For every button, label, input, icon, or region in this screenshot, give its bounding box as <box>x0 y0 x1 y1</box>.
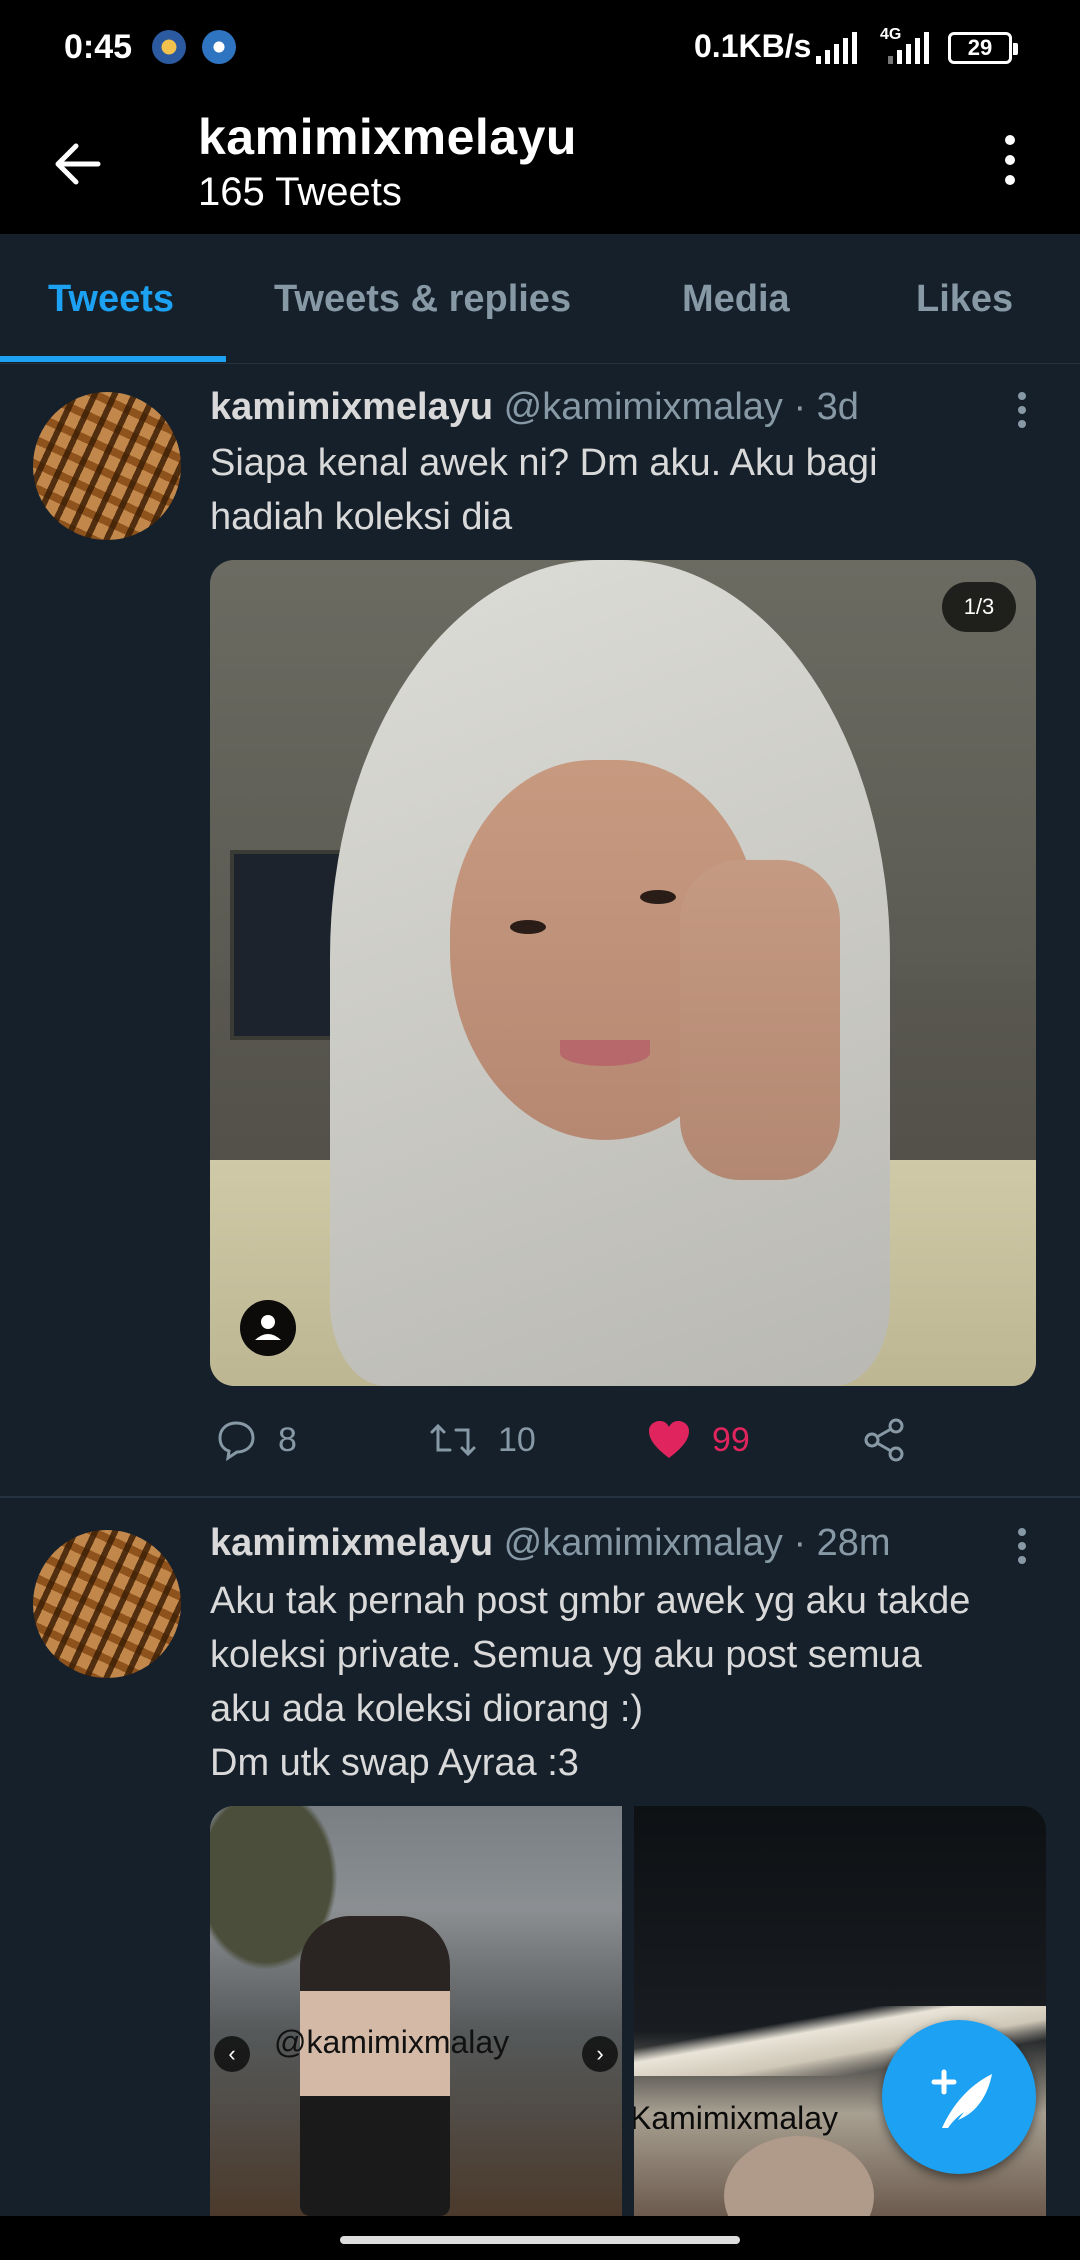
avatar[interactable] <box>33 1530 181 1678</box>
system-nav-bar <box>0 2216 1080 2260</box>
tweet[interactable]: kamimixmelayu @kamimixmalay · 28m Aku ta… <box>0 0 1080 2216</box>
tweet-text-line: Dm utk swap Ayraa :3 <box>210 1742 579 1784</box>
home-indicator[interactable] <box>340 2236 740 2244</box>
chevron-right-icon[interactable]: › <box>582 2036 618 2072</box>
tweet-header: kamimixmelayu @kamimixmalay · 28m <box>210 1522 891 1565</box>
tweet-photo[interactable]: @kamimixmalay ‹ › <box>210 1806 622 2216</box>
tweet-options-icon[interactable] <box>1014 1526 1030 1566</box>
tweet-text-line: aku ada koleksi diorang :) <box>210 1688 644 1730</box>
tweet-text-line: Aku tak pernah post gmbr awek yg aku tak… <box>210 1580 971 1622</box>
photo-person <box>300 1916 450 2216</box>
photo-watermark: Kamimixmalay <box>634 2100 839 2136</box>
compose-tweet-button[interactable] <box>882 2020 1036 2174</box>
author-name[interactable]: kamimixmelayu <box>210 1522 493 1564</box>
photo-face <box>724 2136 874 2216</box>
tweet-text: Aku tak pernah post gmbr awek yg aku tak… <box>210 1574 1050 1790</box>
author-handle-time: @kamimixmalay · 28m <box>503 1522 891 1564</box>
compose-feather-icon <box>931 2069 992 2128</box>
chevron-left-icon[interactable]: ‹ <box>214 2036 250 2072</box>
tweet-text-line: koleksi private. Semua yg aku post semua <box>210 1634 922 1676</box>
photo-watermark: @kamimixmalay <box>274 2024 510 2060</box>
